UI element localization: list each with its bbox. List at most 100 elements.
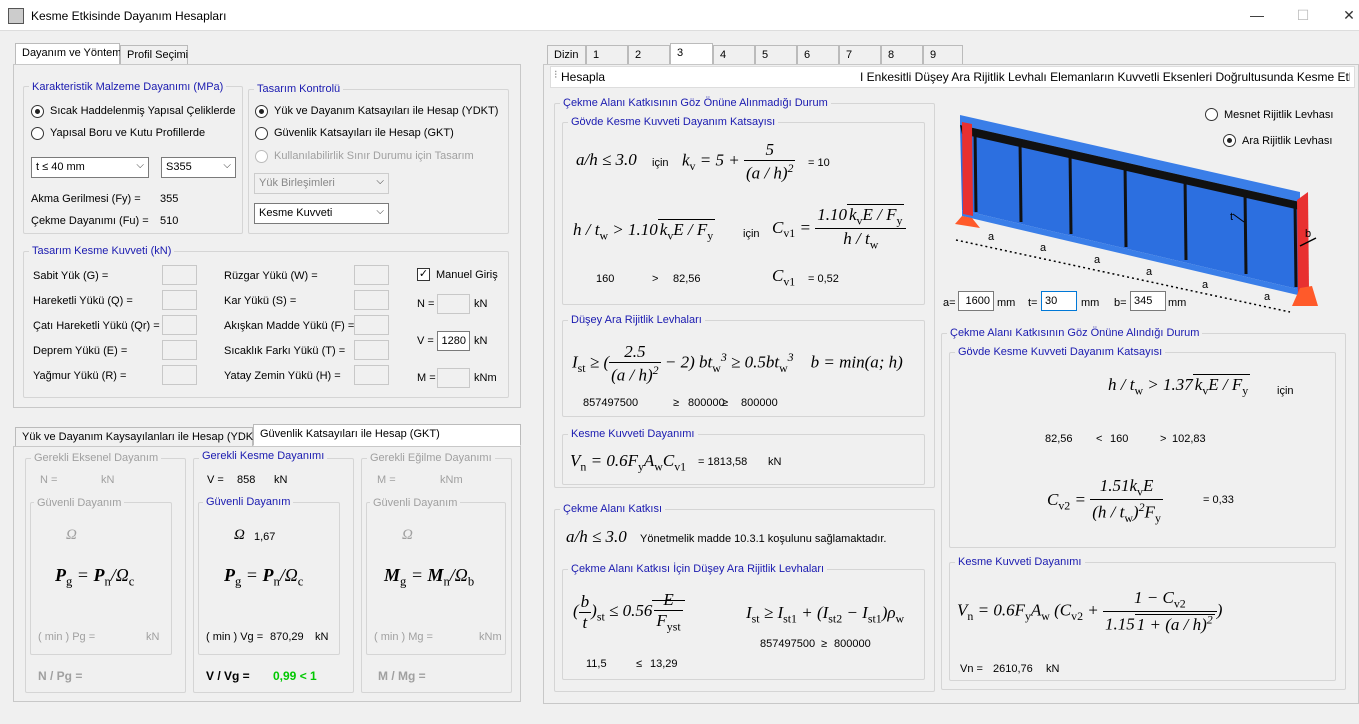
bt-limit: 13,29 <box>650 658 678 670</box>
dim-b: b <box>1305 228 1311 240</box>
ist-req2: 800000 <box>741 397 778 409</box>
thickness-value: t ≤ 40 mm <box>36 161 85 173</box>
sec3-v3: 102,83 <box>1172 433 1206 445</box>
axial-res-label: ( min ) Pg = <box>38 631 96 643</box>
radio-serviceability[interactable] <box>255 150 268 163</box>
load-combo-value: Yük Birleşimleri <box>259 177 335 189</box>
a-unit: mm <box>997 297 1016 309</box>
axial-req-label: N = <box>40 474 58 486</box>
load-right-input[interactable] <box>354 315 389 335</box>
a-label: a= <box>943 297 956 309</box>
axial-safe-legend: Güvenli Dayanım <box>34 497 125 509</box>
load-right-label: Rüzgar Yükü (W) = <box>224 270 318 282</box>
dim-a-3: a <box>1094 254 1101 266</box>
b-input[interactable]: 345 <box>1130 291 1166 311</box>
minimize-button[interactable]: — <box>1234 0 1280 30</box>
load-right-label: Akışkan Madde Yükü (F) = <box>224 320 355 332</box>
dim-t: t <box>1230 211 1233 223</box>
load-right-label: Kar Yükü (S) = <box>224 295 297 307</box>
ist2-ge: ≥ <box>821 638 828 650</box>
shear-safe-legend: Güvenli Dayanım <box>203 496 294 508</box>
radio-serviceability-label: Kullanılabilirlik Sınır Durumu için Tasa… <box>274 150 474 162</box>
t-unit: mm <box>1081 297 1100 309</box>
vn2-label: Vn = <box>960 663 983 675</box>
load-left-input[interactable] <box>162 315 197 335</box>
radio-ydkt[interactable] <box>255 105 268 118</box>
load-left-input[interactable] <box>162 340 197 360</box>
tab-gkt[interactable]: Güvenlik Katsayıları ile Hesap (GKT) <box>253 424 521 446</box>
tab-dayanim-yontem[interactable]: Dayanım ve Yöntem <box>15 43 121 65</box>
radio-hot-rolled[interactable] <box>31 105 44 118</box>
m-input[interactable] <box>437 368 470 388</box>
load-left-label: Deprem Yükü (E) = <box>33 345 128 357</box>
sec3-shear-legend: Kesme Kuvveti Dayanımı <box>955 556 1085 568</box>
tab-page-6[interactable]: 6 <box>797 45 839 65</box>
force-select[interactable]: Kesme Kuvveti ⌵ <box>254 203 389 224</box>
title-bar: Kesme Etkisinde Dayanım Hesapları — ☐ ✕ <box>0 0 1359 31</box>
cv1-value: = 0,52 <box>808 273 839 285</box>
htw-limit: 82,56 <box>673 273 701 285</box>
tab-page-4[interactable]: 4 <box>713 45 755 65</box>
load-right-input[interactable] <box>354 290 389 310</box>
tab-page-1[interactable]: 1 <box>586 45 628 65</box>
shear-req-label: V = <box>207 474 224 486</box>
t-input[interactable]: 30 <box>1041 291 1077 311</box>
radio-hollow-label: Yapısal Boru ve Kutu Profillerde <box>50 127 206 139</box>
thickness-select[interactable]: t ≤ 40 mm ⌵ <box>31 157 149 178</box>
beam-drawing: a a a a a a t b <box>955 115 1318 313</box>
load-right-input[interactable] <box>354 365 389 385</box>
v-input[interactable]: 1280 <box>437 331 470 351</box>
bending-omega: Ω <box>402 527 413 543</box>
n-input[interactable] <box>437 294 470 314</box>
load-left-label: Yağmur Yükü (R) = <box>33 370 127 382</box>
load-combo-select[interactable]: Yük Birleşimleri ⌵ <box>254 173 389 194</box>
vn2-value: 2610,76 <box>993 663 1033 675</box>
sec2-legend: Çekme Alanı Katkısı <box>560 503 666 515</box>
tab-page-2[interactable]: 2 <box>628 45 670 65</box>
load-left-input[interactable] <box>162 265 197 285</box>
close-button[interactable]: ✕ <box>1326 0 1359 30</box>
vn2-unit: kN <box>1046 663 1060 675</box>
ist-ge2: ≥ <box>722 397 729 409</box>
maximize-button[interactable]: ☐ <box>1280 0 1326 30</box>
shear-req-value: 858 <box>237 474 256 486</box>
bending-res-label: ( min ) Mg = <box>374 631 433 643</box>
htw-icin: için <box>743 228 760 240</box>
hesapla-button[interactable]: Hesapla <box>561 70 605 84</box>
tab-page-5[interactable]: 5 <box>755 45 797 65</box>
radio-hollow[interactable] <box>31 127 44 140</box>
a-input[interactable]: 1600 <box>958 291 994 311</box>
manual-checkbox[interactable]: ✓ <box>417 268 430 281</box>
load-left-input[interactable] <box>162 290 197 310</box>
ist-formula: Ist ≥ (2.5 (a / h)2 − 2) btw3 ≥ 0.5btw3 b… <box>572 342 903 385</box>
bending-req-unit: kNm <box>440 474 463 486</box>
axial-res-unit: kN <box>146 631 160 643</box>
tab-ydkt[interactable]: Yük ve Dayanım Kaysayılanları ile Hesap … <box>15 427 263 447</box>
tab-page-7[interactable]: 7 <box>839 45 881 65</box>
sec2-note: Yönetmelik madde 10.3.1 koşulunu sağlama… <box>640 533 887 545</box>
v-unit: kN <box>474 335 488 347</box>
bending-safe-legend: Güvenli Dayanım <box>370 497 461 509</box>
load-right-input[interactable] <box>354 340 389 360</box>
grade-value: S355 <box>166 161 192 173</box>
fu-label: Çekme Dayanımı (Fu) = <box>31 215 149 227</box>
shear-res-value: 870,29 <box>270 631 304 643</box>
shear-ratio-label: V / Vg = <box>206 669 250 683</box>
tab-page-9[interactable]: 9 <box>923 45 963 65</box>
radio-gkt-label: Güvenlik Katsayıları ile Hesap (GKT) <box>274 127 454 139</box>
force-value: Kesme Kuvveti <box>259 207 333 219</box>
shear-req-unit: kN <box>274 474 288 486</box>
manual-label: Manuel Giriş <box>436 269 498 281</box>
sec1-icin: için <box>652 157 669 169</box>
tab-dizin[interactable]: Dizin <box>547 45 586 65</box>
tab-profil-secimi[interactable]: Profil Seçimi <box>120 45 188 65</box>
load-left-input[interactable] <box>162 365 197 385</box>
tab-page-3[interactable]: 3 <box>670 43 713 65</box>
grade-select[interactable]: S355 ⌵ <box>161 157 236 178</box>
load-right-input[interactable] <box>354 265 389 285</box>
sec3-condition: h / tw > 1.37 kvE / Fy <box>1108 374 1251 398</box>
v-label: V = <box>417 335 434 347</box>
axial-legend: Gerekli Eksenel Dayanım <box>31 452 162 464</box>
tab-page-8[interactable]: 8 <box>881 45 923 65</box>
radio-gkt[interactable] <box>255 127 268 140</box>
